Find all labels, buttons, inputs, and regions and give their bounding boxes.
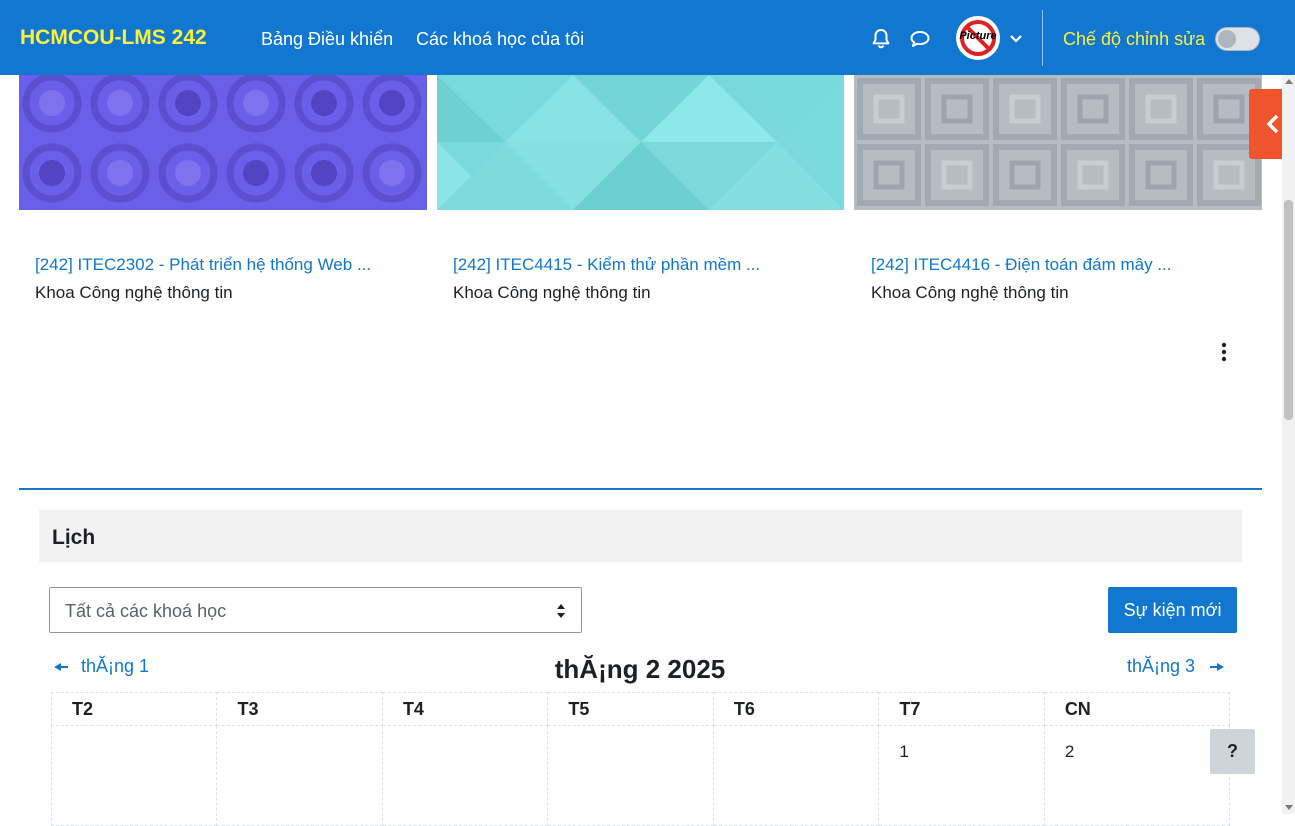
course-category: Khoa Công nghệ thông tin xyxy=(453,283,651,302)
circle-pattern-image xyxy=(19,75,427,210)
calendar-day-cell[interactable] xyxy=(712,725,880,826)
nav-dashboard-link[interactable]: Bảng Điều khiển xyxy=(261,29,393,50)
next-month-link[interactable]: thĂ¡ng 3 xyxy=(1127,656,1225,677)
scroll-down-icon[interactable] xyxy=(1285,805,1293,810)
bell-icon[interactable] xyxy=(869,27,893,51)
calendar-day-cell[interactable] xyxy=(216,725,383,826)
avatar-text: Picture xyxy=(959,30,997,42)
calendar-day-cell[interactable] xyxy=(50,725,218,826)
sort-arrows-icon xyxy=(557,604,565,618)
calendar-day-cell[interactable]: 1 xyxy=(878,725,1045,826)
course-category: Khoa Công nghệ thông tin xyxy=(871,283,1069,302)
triangle-pattern-image xyxy=(437,75,844,210)
course-category: Khoa Công nghệ thông tin xyxy=(35,283,233,302)
nav-divider xyxy=(1042,10,1043,66)
weekday-header: T7 xyxy=(878,692,1045,726)
calendar-day-cell[interactable] xyxy=(547,725,714,826)
calendar-day-cell[interactable] xyxy=(381,725,549,826)
month-title: thĂ¡ng 2 2025 xyxy=(554,654,726,684)
weekday-header: CN xyxy=(1043,692,1231,726)
course-image-2[interactable] xyxy=(437,75,844,210)
block-title: Lịch xyxy=(52,526,96,549)
weekday-header: T6 xyxy=(712,692,880,726)
course-title-link[interactable]: [242] ITEC2302 - Phát triển hệ thống Web… xyxy=(35,255,371,275)
square-pattern-image xyxy=(854,75,1262,210)
chat-icon[interactable] xyxy=(908,27,932,51)
weekday-header: T2 xyxy=(50,692,218,726)
edit-mode-toggle[interactable] xyxy=(1215,27,1260,51)
arrow-right-icon xyxy=(1210,663,1225,672)
top-navbar: HCMCOU-LMS 242 Bảng Điều khiển Các khoá … xyxy=(0,0,1295,75)
course-title-link[interactable]: [242] ITEC4415 - Kiểm thử phần mềm ... xyxy=(453,255,760,275)
course-image-3[interactable] xyxy=(854,75,1262,210)
section-divider xyxy=(19,488,1262,490)
course-image-1[interactable] xyxy=(19,75,427,210)
weekday-header: T5 xyxy=(547,692,714,726)
calendar-table: T2 T3 T4 T5 T6 T7 CN 1 2 xyxy=(50,692,1231,826)
toggle-knob xyxy=(1218,30,1236,48)
next-month-label: thĂ¡ng 3 xyxy=(1127,656,1196,676)
page-scrollbar[interactable] xyxy=(1282,75,1295,814)
weekday-header: T3 xyxy=(216,692,383,726)
chevron-down-icon[interactable] xyxy=(1008,30,1024,46)
scroll-up-icon[interactable] xyxy=(1285,79,1293,84)
select-value: Tất cả các khoá học xyxy=(65,601,227,621)
nav-my-courses-link[interactable]: Các khoá học của tôi xyxy=(416,29,584,50)
user-avatar[interactable]: Picture xyxy=(956,16,1000,60)
course-filter-select[interactable]: Tất cả các khoá học xyxy=(49,587,582,633)
site-brand[interactable]: HCMCOU-LMS 242 xyxy=(20,26,207,50)
weekday-header: T4 xyxy=(381,692,549,726)
more-options-icon[interactable] xyxy=(1214,340,1234,364)
help-button[interactable]: ? xyxy=(1210,729,1255,774)
edit-mode-label: Chế độ chỉnh sửa xyxy=(1063,29,1206,49)
calendar-day-cell[interactable]: 2 xyxy=(1043,725,1231,826)
course-title-link[interactable]: [242] ITEC4416 - Điện toán đám mây ... xyxy=(871,255,1171,275)
calendar-block-header: Lịch xyxy=(39,510,1242,562)
new-event-button[interactable]: Sự kiện mới xyxy=(1108,587,1237,633)
scroll-thumb[interactable] xyxy=(1284,200,1293,420)
